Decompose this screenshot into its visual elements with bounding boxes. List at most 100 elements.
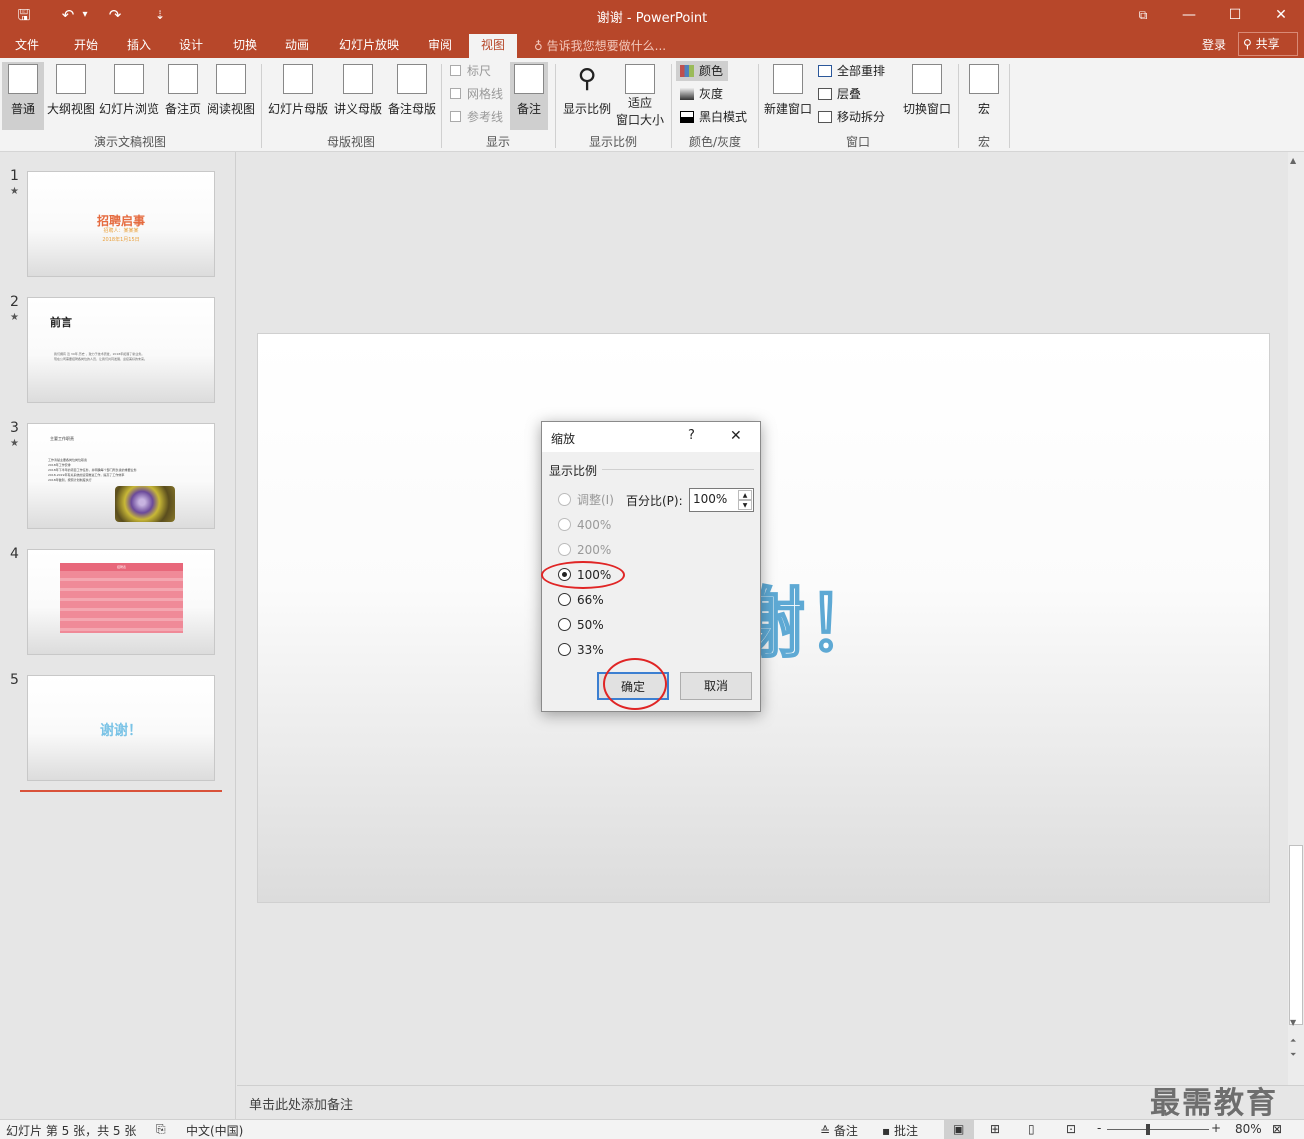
- notes-icon: [514, 64, 544, 94]
- zoom-slider-thumb[interactable]: [1146, 1124, 1150, 1135]
- zoom-button[interactable]: ⚲ 显示比例: [560, 62, 614, 130]
- tab-home[interactable]: 开始: [62, 34, 110, 58]
- zoom-66-label: 66%: [577, 593, 604, 607]
- notes-pane[interactable]: 单击此处添加备注: [237, 1085, 1304, 1119]
- fit-slide-icon[interactable]: ⊠: [1272, 1122, 1282, 1136]
- next-slide-icon[interactable]: ⏷: [1290, 1050, 1296, 1060]
- guides-checkbox[interactable]: 参考线: [450, 107, 503, 127]
- slide-sorter-button[interactable]: 幻灯片浏览: [98, 62, 160, 130]
- scroll-up-icon[interactable]: ▲: [1290, 156, 1296, 165]
- group-label-master-views: 母版视图: [326, 135, 375, 149]
- macros-button[interactable]: 宏: [964, 62, 1004, 130]
- move-split-button[interactable]: 移动拆分: [818, 107, 885, 127]
- slideshow-icon[interactable]: ⊡: [1066, 1122, 1076, 1136]
- slide-thumbnail-2[interactable]: 前言 我们拥有 近 30年 历史 ，致力于技术研发，2018年拓展了新业务。 现…: [27, 297, 215, 403]
- macros-label: 宏: [977, 102, 990, 116]
- cascade-button[interactable]: 层叠: [818, 84, 861, 104]
- switch-windows-button[interactable]: 切换窗口: [900, 62, 954, 130]
- zoom-in-button[interactable]: +: [1211, 1121, 1221, 1135]
- language-indicator[interactable]: 中文(中国): [186, 1122, 243, 1139]
- zoom-group-label: 显示比例: [549, 464, 598, 478]
- maximize-button[interactable]: ☐: [1212, 0, 1258, 30]
- notes-master-button[interactable]: 备注母版: [386, 62, 438, 130]
- tab-transitions[interactable]: 切换: [222, 34, 268, 58]
- tab-animations[interactable]: 动画: [274, 34, 320, 58]
- handout-master-button[interactable]: 讲义母版: [332, 62, 384, 130]
- slide-thumbnail-1[interactable]: 招聘启事 招聘人：某某某 2018年1月15日: [27, 171, 215, 277]
- normal-view-icon: [8, 64, 38, 94]
- fit-radio[interactable]: 调整(I): [558, 490, 614, 510]
- percent-input[interactable]: 100%: [693, 492, 727, 506]
- notes-placeholder[interactable]: 单击此处添加备注: [249, 1094, 353, 1113]
- status-notes-button[interactable]: ≙ 备注: [820, 1122, 858, 1139]
- reading-view-icon: [216, 64, 246, 94]
- notes-master-label: 备注母版: [387, 102, 436, 116]
- zoom-slider-track[interactable]: [1107, 1129, 1209, 1130]
- slide-master-button[interactable]: 幻灯片母版: [266, 62, 330, 130]
- gridlines-label: 网格线: [467, 87, 504, 101]
- spelling-icon[interactable]: ⎘: [156, 1122, 166, 1137]
- radio-icon: [558, 618, 571, 631]
- slide-canvas[interactable]: 谢谢！: [257, 333, 1270, 903]
- black-white-button[interactable]: 黑白模式: [680, 107, 747, 127]
- previous-slide-icon[interactable]: ⏶: [1290, 1036, 1296, 1046]
- login-link[interactable]: 登录: [1202, 36, 1226, 53]
- ruler-checkbox[interactable]: 标尺: [450, 61, 491, 81]
- notes-page-button[interactable]: 备注页: [162, 62, 204, 130]
- percent-spinbox[interactable]: 100% ▲ ▼: [689, 488, 754, 512]
- scroll-down-icon[interactable]: ▼: [1290, 1018, 1296, 1027]
- zoom-200-radio[interactable]: 200%: [558, 540, 611, 560]
- arrange-all-button[interactable]: 全部重排: [818, 61, 885, 81]
- vertical-scrollbar[interactable]: ▲ ▼ ⏶ ⏷: [1288, 152, 1304, 1085]
- zoom-percent[interactable]: 80%: [1235, 1122, 1262, 1136]
- scroll-thumb[interactable]: [1289, 845, 1303, 1025]
- tab-view[interactable]: 视图: [469, 34, 517, 58]
- close-button[interactable]: ✕: [1258, 0, 1304, 30]
- slide-master-icon: [283, 64, 313, 94]
- slide-thumbnail-5[interactable]: 谢谢！: [27, 675, 215, 781]
- spin-up-icon[interactable]: ▲: [738, 490, 752, 500]
- group-label-zoom: 显示比例: [588, 135, 637, 149]
- thumb-title: 谢谢！: [100, 723, 142, 739]
- tab-slideshow[interactable]: 幻灯片放映: [330, 34, 408, 58]
- slide-number: 3: [10, 420, 19, 436]
- help-button[interactable]: ?: [688, 428, 695, 443]
- tab-file[interactable]: 文件: [4, 34, 50, 58]
- notes-toggle-button[interactable]: 备注: [510, 62, 548, 130]
- zoom-400-radio[interactable]: 400%: [558, 515, 611, 535]
- gridlines-checkbox[interactable]: 网格线: [450, 84, 503, 104]
- tab-design[interactable]: 设计: [168, 34, 214, 58]
- zoom-66-radio[interactable]: 66%: [558, 590, 604, 610]
- spin-down-icon[interactable]: ▼: [738, 500, 752, 510]
- reading-view-button[interactable]: 阅读视图: [206, 62, 256, 130]
- outline-view-button[interactable]: 大纲视图: [46, 62, 96, 130]
- ribbon-display-options-icon[interactable]: ⧉: [1120, 0, 1166, 30]
- ribbon-tabs: 文件 开始 插入 设计 切换 动画 幻灯片放映 审阅 视图 ♁ 告诉我您想要做什…: [0, 30, 1304, 58]
- slide-sorter-icon[interactable]: ⊞: [990, 1122, 1000, 1136]
- status-notes-label: 备注: [833, 1124, 858, 1138]
- grayscale-button[interactable]: 灰度: [680, 84, 723, 104]
- share-button[interactable]: ⚲ 共享: [1238, 32, 1298, 56]
- dialog-close-button[interactable]: ✕: [730, 428, 742, 444]
- status-comments-button[interactable]: ▪ 批注: [882, 1122, 918, 1139]
- notes-page-icon: [168, 64, 198, 94]
- minimize-button[interactable]: —: [1166, 0, 1212, 30]
- zoom-out-button[interactable]: -: [1097, 1121, 1101, 1135]
- zoom-33-radio[interactable]: 33%: [558, 640, 604, 660]
- color-button[interactable]: 颜色: [676, 61, 728, 81]
- tab-insert[interactable]: 插入: [116, 34, 162, 58]
- cancel-button[interactable]: 取消: [680, 672, 752, 700]
- new-window-button[interactable]: 新建窗口: [762, 62, 814, 130]
- group-line: [602, 469, 754, 470]
- zoom-50-radio[interactable]: 50%: [558, 615, 604, 635]
- normal-view-status-button[interactable]: ▣: [944, 1120, 974, 1139]
- normal-view-button[interactable]: 普通: [2, 62, 44, 130]
- slide-thumbnail-4[interactable]: 招聘表: [27, 549, 215, 655]
- reading-view-icon[interactable]: ▯: [1028, 1122, 1035, 1136]
- notes-master-icon: [397, 64, 427, 94]
- tab-review[interactable]: 审阅: [416, 34, 464, 58]
- tell-me-box[interactable]: ♁ 告诉我您想要做什么...: [534, 37, 666, 54]
- thumb-bullets: 工作清楚主要各岗位岗位职责 2018年工作安排 2018年下半年的项目工作任务，…: [48, 458, 168, 483]
- fit-to-window-button[interactable]: 适应 窗口大小: [614, 62, 666, 130]
- slide-thumbnail-3[interactable]: 主要工作职责 工作清楚主要各岗位岗位职责 2018年工作安排 2018年下半年的…: [27, 423, 215, 529]
